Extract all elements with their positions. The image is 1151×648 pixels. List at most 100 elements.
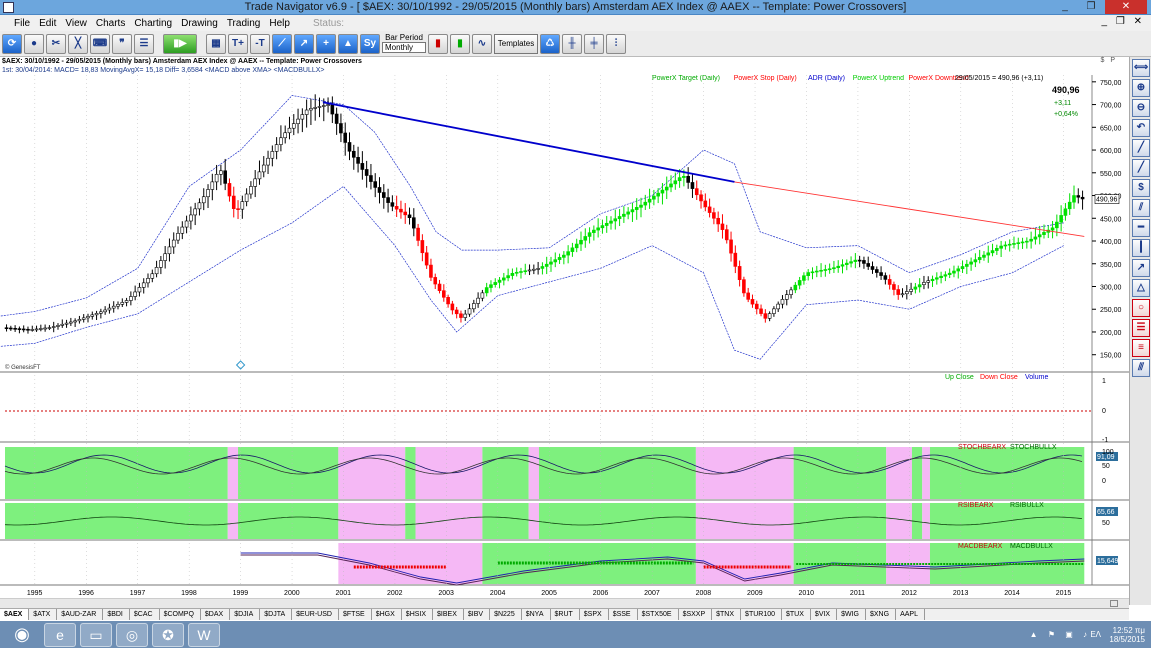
candle-body — [133, 291, 137, 297]
sheet-tab-stx50e[interactable]: $STX50E — [638, 609, 679, 620]
sheet-tab-tnx[interactable]: $TNX — [712, 609, 742, 620]
sheet-tab-ibv[interactable]: $IBV — [464, 609, 491, 620]
folder-icon[interactable]: ▭ — [80, 622, 112, 647]
line-chart-icon[interactable]: ⟋ — [272, 33, 292, 54]
line-icon[interactable]: ∿ — [472, 33, 492, 54]
triangle-icon[interactable]: △ — [1132, 279, 1150, 297]
bars-icon[interactable]: ╫ — [562, 33, 582, 54]
expand-icon[interactable]: ⟺ — [1132, 59, 1150, 77]
minimize-button[interactable]: _ — [1053, 0, 1077, 14]
sheet-tab-atx[interactable]: $ATX — [29, 609, 58, 620]
sheet-tab-wig[interactable]: $WIG — [837, 609, 866, 620]
sheet-tab-cac[interactable]: $CAC — [130, 609, 160, 620]
tools-icon[interactable]: ✂ — [46, 33, 66, 54]
sheet-tab-tur100[interactable]: $TUR100 — [741, 609, 783, 620]
menu-charting[interactable]: Charting — [134, 18, 172, 29]
candle-body — [900, 293, 905, 296]
bar-period-select[interactable]: Monthly — [382, 41, 426, 53]
sheet-tab-ibex[interactable]: $IBEX — [433, 609, 464, 620]
menu-trading[interactable]: Trading — [227, 18, 261, 29]
scroll-arrow-icon[interactable] — [1110, 600, 1118, 607]
sheet-tab-sse[interactable]: $SSE — [609, 609, 638, 620]
zoom-chart-icon[interactable]: ↗ — [294, 33, 314, 54]
quote-icon[interactable]: ❞ — [112, 33, 132, 54]
vertical-line-icon[interactable]: ┃ — [1132, 239, 1150, 257]
channel-icon[interactable]: ⫽ — [1132, 199, 1150, 217]
sheet-tab-djta[interactable]: $DJTA — [260, 609, 293, 620]
price-chart[interactable]: 10-1Up Close Down Close VolumeSTOCHBEARX ST… — [0, 75, 1129, 600]
year-tick-label: 2013 — [953, 590, 969, 597]
sheet-tab-vix[interactable]: $VIX — [811, 609, 838, 620]
sheet-tab-sxxp[interactable]: $SXXP — [679, 609, 713, 620]
chrome-icon[interactable]: ◎ — [116, 622, 148, 647]
sheet-tab-hsix[interactable]: $HSIX — [402, 609, 434, 620]
mdi-window-buttons[interactable]: _ ❐ ✕ — [1102, 16, 1145, 27]
tradenavigator-icon[interactable]: ✪ — [152, 622, 184, 647]
list-icon[interactable]: ☰ — [134, 33, 154, 54]
sheet-tab-compq[interactable]: $COMPQ — [160, 609, 201, 620]
arrow-icon[interactable]: ↗ — [1132, 259, 1150, 277]
sheet-tab-tux[interactable]: $TUX — [782, 609, 811, 620]
mountain-chart-icon[interactable]: ▲ — [338, 33, 358, 54]
sheet-tab-rut[interactable]: $RUT — [551, 609, 580, 620]
sheet-tab-aex[interactable]: $AEX — [0, 609, 30, 620]
sheet-tab-hgx[interactable]: $HGX — [372, 609, 402, 620]
menu-help[interactable]: Help — [269, 18, 290, 29]
add-study-icon[interactable]: T+ — [228, 33, 248, 54]
parallel-lines-icon[interactable]: ⫻ — [1132, 359, 1150, 377]
criteria-icon[interactable]: ▦ — [206, 33, 226, 54]
sheet-tab-ftse[interactable]: $FTSE — [339, 609, 372, 620]
sheet-tab-djia[interactable]: $DJIA — [230, 609, 261, 620]
sheet-tab-eurusd[interactable]: $EUR-USD — [292, 609, 339, 620]
sheet-tab-n225[interactable]: $N225 — [490, 609, 522, 620]
highlight-bars-icon[interactable]: ▮▶ — [163, 33, 197, 54]
circle-icon[interactable]: ○ — [1132, 299, 1150, 317]
language-indicator[interactable]: EΛ — [1090, 630, 1101, 639]
sheet-tab-dax[interactable]: $DAX — [201, 609, 231, 620]
chart-style-icon[interactable]: ╳ — [68, 33, 88, 54]
traffic-light-icon[interactable]: ● — [24, 33, 44, 54]
dollar-icon[interactable]: $ — [1132, 179, 1150, 197]
bars-plus-icon[interactable]: ╪ — [584, 33, 604, 54]
menu-view[interactable]: View — [65, 18, 87, 29]
sheet-tab-xng[interactable]: $XNG — [866, 609, 897, 620]
recycle-icon[interactable]: ♺ — [540, 33, 560, 54]
sheet-tab-nya[interactable]: $NYA — [522, 609, 551, 620]
close-button[interactable]: ✕ — [1105, 0, 1147, 14]
clock[interactable]: EΛ 12:52 πμ 18/5/2015 — [1090, 626, 1145, 644]
candle-body — [467, 308, 472, 315]
undo-icon[interactable]: ↶ — [1132, 119, 1150, 137]
zoom-out-icon[interactable]: ⊖ — [1132, 99, 1150, 117]
chart-corner-buttons[interactable]: $ P — [1100, 57, 1117, 64]
menu-file[interactable]: File — [14, 18, 30, 29]
horizontal-line-icon[interactable]: ━ — [1132, 219, 1150, 237]
maximize-button[interactable]: ❐ — [1079, 0, 1103, 14]
candlestick-icon[interactable]: ▮ — [428, 33, 448, 54]
sheet-tab-bdi[interactable]: $BDI — [103, 609, 130, 620]
zoom-in-icon[interactable]: ⊕ — [1132, 79, 1150, 97]
ray-icon[interactable]: ╱ — [1132, 159, 1150, 177]
sheet-tab-audzar[interactable]: $AUD-ZAR — [57, 609, 104, 620]
remove-study-icon[interactable]: -T — [250, 33, 270, 54]
sheet-tab-aapl[interactable]: AAPL — [896, 609, 925, 620]
sheet-tab-spx[interactable]: $SPX — [580, 609, 609, 620]
word-icon[interactable]: W — [188, 622, 220, 647]
menu-charts[interactable]: Charts — [96, 18, 125, 29]
ie-icon[interactable]: e — [44, 622, 76, 647]
start-icon[interactable]: ◉ — [4, 623, 40, 647]
horizontal-scrollbar[interactable] — [0, 598, 1129, 608]
trendline-icon[interactable]: ╱ — [1132, 139, 1150, 157]
menu-drawing[interactable]: Drawing — [181, 18, 218, 29]
candle-body — [909, 288, 913, 292]
templates-button[interactable]: Templates — [494, 33, 538, 54]
retracement-icon[interactable]: ☰ — [1132, 319, 1150, 337]
menu-edit[interactable]: Edit — [39, 18, 56, 29]
symbol-icon[interactable]: Sy — [360, 33, 380, 54]
keyboard-icon[interactable]: ⌨ — [90, 33, 110, 54]
refresh-icon[interactable]: ⟳ — [2, 33, 22, 54]
tray-icons[interactable]: ▲ ⚑ ▣ ♪ — [1030, 630, 1091, 639]
bars-trend-icon[interactable]: ⫶ — [606, 33, 626, 54]
fib-icon[interactable]: ≡ — [1132, 339, 1150, 357]
candlestick-green-icon[interactable]: ▮ — [450, 33, 470, 54]
add-chart-icon[interactable]: + — [316, 33, 336, 54]
